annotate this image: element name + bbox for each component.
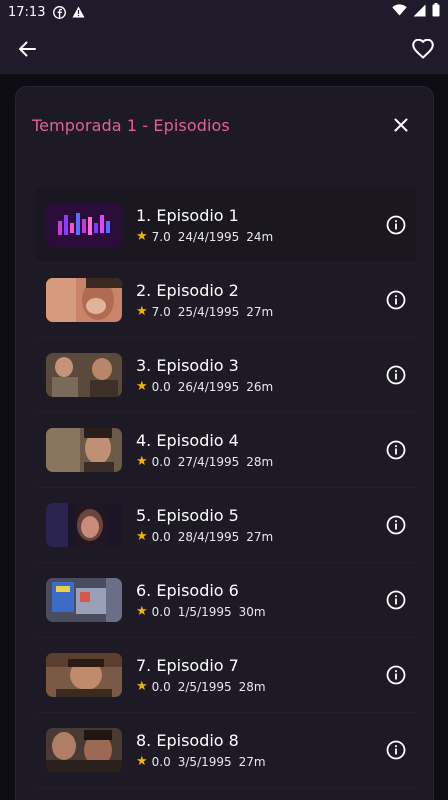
- episode-thumbnail: [46, 353, 122, 397]
- episode-text: 6. Episodio 6 ★ 0.0 1/5/1995 30m: [136, 581, 384, 619]
- info-icon[interactable]: [384, 438, 408, 462]
- episode-title: 4. Episodio 4: [136, 431, 239, 450]
- episode-duration: 30m: [238, 604, 266, 619]
- episode-date: 3/5/1995: [177, 754, 232, 769]
- episode-date: 26/4/1995: [177, 379, 240, 394]
- episode-duration: 24m: [246, 229, 274, 244]
- sheet-title: Temporada 1 - Episodios: [32, 115, 230, 135]
- episode-date: 27/4/1995: [177, 454, 240, 469]
- close-icon[interactable]: [389, 113, 413, 137]
- info-icon[interactable]: [384, 588, 408, 612]
- episode-text: 4. Episodio 4 ★ 0.0 27/4/1995 28m: [136, 431, 384, 469]
- episode-duration: 26m: [246, 379, 274, 394]
- episode-meta: ★ 0.0 27/4/1995 28m: [136, 454, 384, 469]
- episode-thumbnail: [46, 203, 122, 247]
- episode-thumbnail: [46, 653, 122, 697]
- episode-meta: ★ 0.0 26/4/1995 26m: [136, 379, 384, 394]
- episode-rating: 0.0: [151, 454, 171, 469]
- episode-meta: ★ 0.0 2/5/1995 28m: [136, 679, 384, 694]
- episode-rating: 0.0: [151, 379, 171, 394]
- status-time: 17:13: [8, 4, 46, 20]
- episode-text: 3. Episodio 3 ★ 0.0 26/4/1995 26m: [136, 356, 384, 394]
- episode-title: 7. Episodio 7: [136, 656, 239, 675]
- episode-rating: 7.0: [151, 304, 171, 319]
- episode-duration: 27m: [246, 304, 274, 319]
- episode-rating: 7.0: [151, 229, 171, 244]
- episode-title: 2. Episodio 2: [136, 281, 239, 300]
- heart-icon[interactable]: [410, 36, 436, 62]
- episode-row[interactable]: 1. Episodio 1 ★ 7.0 24/4/1995 24m: [36, 188, 416, 263]
- episode-thumbnail: [46, 728, 122, 772]
- episode-date: 24/4/1995: [177, 229, 240, 244]
- episode-meta: ★ 0.0 28/4/1995 27m: [136, 529, 384, 544]
- back-arrow-icon[interactable]: [14, 36, 40, 62]
- episode-duration: 28m: [246, 454, 274, 469]
- star-icon: ★: [136, 379, 148, 394]
- episode-rating: 0.0: [151, 529, 171, 544]
- star-icon: ★: [136, 604, 148, 619]
- episode-row[interactable]: 6. Episodio 6 ★ 0.0 1/5/1995 30m: [36, 563, 416, 638]
- sheet-header: Temporada 1 - Episodios: [16, 87, 433, 163]
- episode-text: 5. Episodio 5 ★ 0.0 28/4/1995 27m: [136, 506, 384, 544]
- episode-row[interactable]: 5. Episodio 5 ★ 0.0 28/4/1995 27m: [36, 488, 416, 563]
- star-icon: ★: [136, 304, 148, 319]
- episode-duration: 27m: [246, 529, 274, 544]
- episode-duration: 28m: [238, 679, 266, 694]
- episode-rating: 0.0: [151, 754, 171, 769]
- episode-list: 1. Episodio 1 ★ 7.0 24/4/1995 24m 2. Epi…: [36, 188, 416, 788]
- star-icon: ★: [136, 679, 148, 694]
- info-icon[interactable]: [384, 363, 408, 387]
- episode-meta: ★ 7.0 25/4/1995 27m: [136, 304, 384, 319]
- app-bar: [0, 24, 448, 74]
- episode-thumbnail: [46, 578, 122, 622]
- star-icon: ★: [136, 454, 148, 469]
- episode-title: 5. Episodio 5: [136, 506, 239, 525]
- info-icon[interactable]: [384, 738, 408, 762]
- episode-date: 2/5/1995: [177, 679, 232, 694]
- episode-duration: 27m: [238, 754, 266, 769]
- episode-title: 3. Episodio 3: [136, 356, 239, 375]
- episode-row[interactable]: 7. Episodio 7 ★ 0.0 2/5/1995 28m: [36, 638, 416, 713]
- info-icon[interactable]: [384, 288, 408, 312]
- episode-meta: ★ 7.0 24/4/1995 24m: [136, 229, 384, 244]
- episode-title: 6. Episodio 6: [136, 581, 239, 600]
- episode-meta: ★ 0.0 1/5/1995 30m: [136, 604, 384, 619]
- wifi-icon: [392, 4, 407, 20]
- episode-title: 8. Episodio 8: [136, 731, 239, 750]
- facebook-icon: [53, 5, 67, 19]
- status-bar: 17:13: [0, 0, 448, 24]
- episode-meta: ★ 0.0 3/5/1995 27m: [136, 754, 384, 769]
- episode-rating: 0.0: [151, 679, 171, 694]
- episode-row[interactable]: 4. Episodio 4 ★ 0.0 27/4/1995 28m: [36, 413, 416, 488]
- episode-row[interactable]: 3. Episodio 3 ★ 0.0 26/4/1995 26m: [36, 338, 416, 413]
- signal-icon: [413, 4, 426, 21]
- episode-date: 25/4/1995: [177, 304, 240, 319]
- episode-text: 1. Episodio 1 ★ 7.0 24/4/1995 24m: [136, 206, 384, 244]
- star-icon: ★: [136, 529, 148, 544]
- episode-rating: 0.0: [151, 604, 171, 619]
- episode-text: 7. Episodio 7 ★ 0.0 2/5/1995 28m: [136, 656, 384, 694]
- episode-date: 1/5/1995: [177, 604, 232, 619]
- star-icon: ★: [136, 754, 148, 769]
- info-icon[interactable]: [384, 663, 408, 687]
- episode-text: 8. Episodio 8 ★ 0.0 3/5/1995 27m: [136, 731, 384, 769]
- info-icon[interactable]: [384, 513, 408, 537]
- episode-thumbnail: [46, 278, 122, 322]
- star-icon: ★: [136, 229, 148, 244]
- episode-date: 28/4/1995: [177, 529, 240, 544]
- episode-text: 2. Episodio 2 ★ 7.0 25/4/1995 27m: [136, 281, 384, 319]
- episode-thumbnail: [46, 503, 122, 547]
- episode-thumbnail: [46, 428, 122, 472]
- episodes-sheet: Temporada 1 - Episodios 1. Episodio 1 ★ …: [15, 86, 434, 800]
- episode-row[interactable]: 2. Episodio 2 ★ 7.0 25/4/1995 27m: [36, 263, 416, 338]
- battery-icon: [432, 3, 440, 21]
- info-icon[interactable]: [384, 213, 408, 237]
- episode-title: 1. Episodio 1: [136, 206, 239, 225]
- warning-icon: [72, 6, 85, 18]
- episode-row[interactable]: 8. Episodio 8 ★ 0.0 3/5/1995 27m: [36, 713, 416, 788]
